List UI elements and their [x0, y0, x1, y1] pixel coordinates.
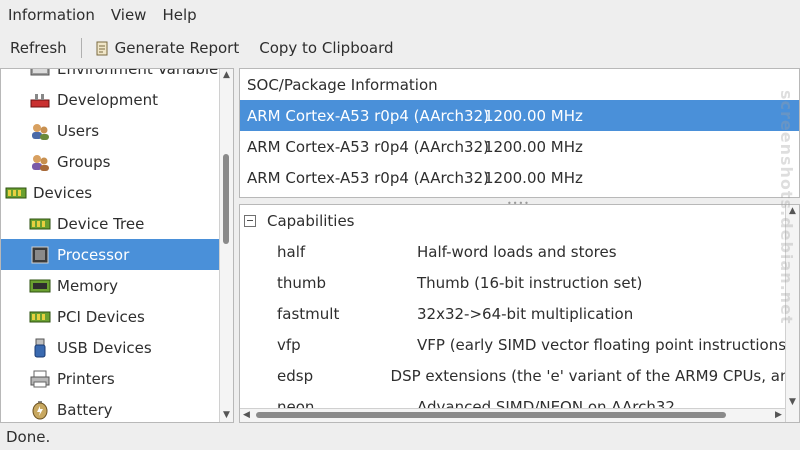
capability-row[interactable]: thumb Thumb (16-bit instruction set) — [240, 267, 799, 298]
sidebar-item-label: Battery — [57, 400, 113, 419]
sidebar-item-usb-devices[interactable]: USB Devices — [1, 332, 221, 363]
sidebar-item-label: Users — [57, 121, 100, 140]
capabilities-header[interactable]: Capabilities — [240, 205, 799, 236]
capability-value: Half-word loads and stores — [417, 242, 617, 261]
sidebar-item-label: Printers — [57, 369, 115, 388]
cpu-row[interactable]: ARM Cortex-A53 r0p4 (AArch32) 1200.00 MH… — [240, 100, 799, 131]
sidebar-item-processor[interactable]: Processor — [1, 239, 221, 270]
capability-row[interactable]: edsp DSP extensions (the 'e' variant of … — [240, 360, 799, 391]
menu-information[interactable]: Information — [0, 6, 103, 24]
scroll-left-arrow-icon[interactable]: ◀ — [240, 409, 253, 422]
sidebar-item-label: Processor — [57, 245, 130, 264]
menu-bar: Information View Help — [0, 0, 800, 30]
sidebar-item-label: Device Tree — [57, 214, 145, 233]
sidebar-item-label: Development — [57, 90, 158, 109]
sidebar-item-battery[interactable]: Battery — [1, 394, 221, 422]
sidebar-item-label: Environment Variables — [57, 68, 227, 78]
soc-package-header: SOC/Package Information — [240, 69, 799, 100]
capability-key: edsp — [277, 366, 314, 385]
capability-key: thumb — [277, 273, 327, 292]
sidebar-list: Environment Variables Development Users … — [1, 69, 226, 422]
document-icon — [96, 41, 109, 56]
capability-value: DSP extensions (the 'e' variant of the A… — [390, 366, 799, 385]
sidebar-item-memory[interactable]: Memory — [1, 270, 221, 301]
refresh-button[interactable]: Refresh — [0, 34, 77, 62]
status-bar: Done. — [6, 428, 51, 446]
cpu-frequency: 1200.00 MHz — [484, 137, 583, 156]
sidebar-item-pci-devices[interactable]: PCI Devices — [1, 301, 221, 332]
menu-view[interactable]: View — [103, 6, 155, 24]
soc-package-header-label: SOC/Package Information — [247, 75, 438, 94]
capability-value: 32x32->64-bit multiplication — [417, 304, 634, 323]
cpu-frequency: 1200.00 MHz — [484, 168, 583, 187]
horizontal-scrollbar-thumb[interactable] — [256, 412, 726, 418]
refresh-button-label: Refresh — [10, 39, 67, 57]
capability-row[interactable]: fastmult 32x32->64-bit multiplication — [240, 298, 799, 329]
sidebar-item-label: Devices — [33, 183, 93, 202]
development-icon — [29, 90, 51, 110]
sidebar-item-label: Memory — [57, 276, 119, 295]
printer-icon — [29, 369, 51, 389]
soc-package-panel: SOC/Package Information ARM Cortex-A53 r… — [239, 68, 800, 198]
usb-icon — [29, 338, 51, 358]
capability-key: vfp — [277, 335, 301, 354]
sidebar-item-device-tree[interactable]: Device Tree — [1, 208, 221, 239]
cpu-name: ARM Cortex-A53 r0p4 (AArch32) — [247, 106, 489, 125]
collapse-icon[interactable] — [244, 214, 256, 227]
sidebar-item-printers[interactable]: Printers — [1, 363, 221, 394]
cpu-frequency: 1200.00 MHz — [484, 106, 583, 125]
users-icon — [29, 121, 51, 141]
sidebar-item-label: Groups — [57, 152, 111, 171]
sidebar-item-devices[interactable]: Devices — [1, 177, 221, 208]
toolbar: Refresh Generate Report Copy to Clipboar… — [0, 32, 800, 64]
cpu-row[interactable]: ARM Cortex-A53 r0p4 (AArch32) 1200.00 MH… — [240, 131, 799, 162]
devices-icon — [5, 183, 27, 203]
memory-icon — [29, 276, 51, 296]
sidebar-tree: Environment Variables Development Users … — [0, 68, 234, 423]
pci-icon — [29, 307, 51, 327]
scroll-down-arrow-icon[interactable]: ▼ — [786, 396, 799, 409]
device-tree-icon — [29, 214, 51, 234]
scroll-down-arrow-icon[interactable]: ▼ — [220, 409, 233, 422]
watermark: screenshots.debian.net — [777, 90, 796, 325]
sidebar-item-label: USB Devices — [57, 338, 152, 357]
copy-to-clipboard-label: Copy to Clipboard — [259, 39, 394, 57]
environment-icon — [29, 69, 51, 79]
generate-report-button[interactable]: Generate Report — [86, 34, 250, 62]
capability-key: fastmult — [277, 304, 340, 323]
sidebar-scrollbar[interactable]: ▲ ▼ — [219, 69, 233, 422]
toolbar-separator — [80, 38, 82, 58]
cpu-name: ARM Cortex-A53 r0p4 (AArch32) — [247, 137, 489, 156]
generate-report-label: Generate Report — [114, 39, 240, 57]
cpu-name: ARM Cortex-A53 r0p4 (AArch32) — [247, 168, 489, 187]
capabilities-horizontal-scrollbar[interactable]: ◀ ▶ — [240, 408, 785, 422]
scroll-right-arrow-icon[interactable]: ▶ — [772, 409, 785, 422]
capabilities-panel: Capabilities half Half-word loads and st… — [239, 204, 800, 423]
menu-help[interactable]: Help — [154, 6, 204, 24]
capability-row[interactable]: half Half-word loads and stores — [240, 236, 799, 267]
battery-icon — [29, 400, 51, 420]
groups-icon — [29, 152, 51, 172]
sidebar-item-groups[interactable]: Groups — [1, 146, 221, 177]
capability-value: VFP (early SIMD vector floating point in… — [417, 335, 792, 354]
sidebar-item-label: PCI Devices — [57, 307, 145, 326]
capability-row[interactable]: vfp VFP (early SIMD vector floating poin… — [240, 329, 799, 360]
copy-to-clipboard-button[interactable]: Copy to Clipboard — [249, 34, 403, 62]
scroll-up-arrow-icon[interactable]: ▲ — [220, 69, 233, 82]
sidebar-item-environment-variables[interactable]: Environment Variables — [1, 69, 226, 84]
capability-value: Thumb (16-bit instruction set) — [417, 273, 643, 292]
sidebar-scrollbar-thumb[interactable] — [223, 154, 229, 244]
capabilities-label: Capabilities — [267, 211, 355, 230]
sidebar-item-users[interactable]: Users — [1, 115, 221, 146]
processor-icon — [29, 245, 51, 265]
sidebar-item-development[interactable]: Development — [1, 84, 221, 115]
capability-key: half — [277, 242, 306, 261]
cpu-row[interactable]: ARM Cortex-A53 r0p4 (AArch32) 1200.00 MH… — [240, 162, 799, 193]
